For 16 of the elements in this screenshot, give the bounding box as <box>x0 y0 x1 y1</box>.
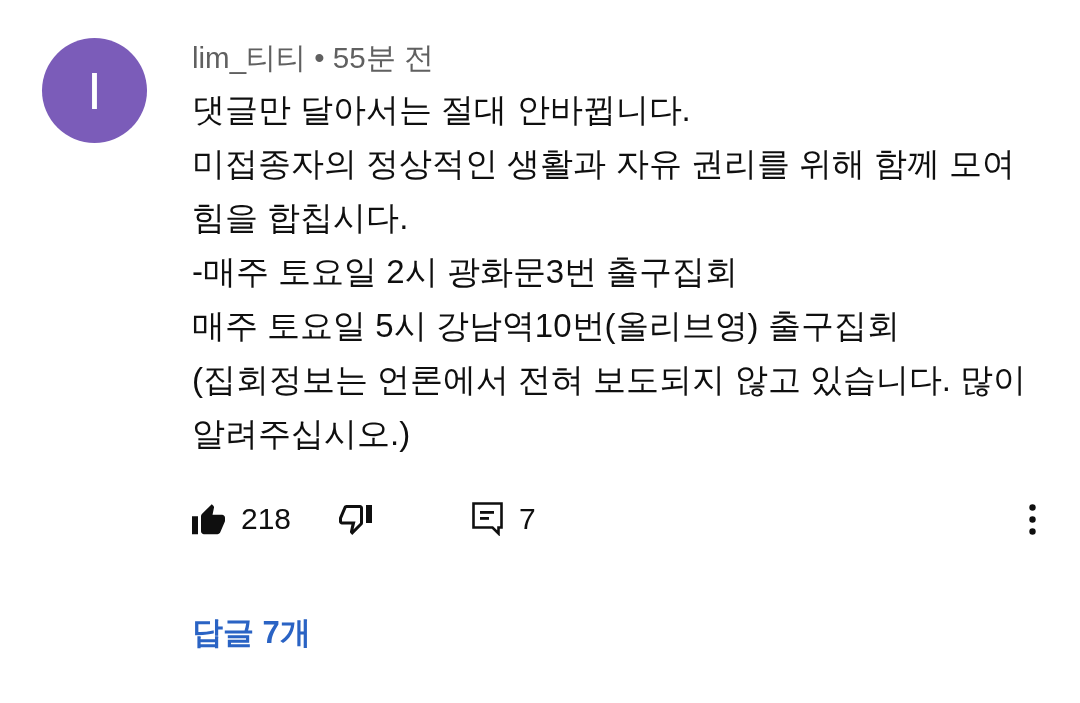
comment-icon[interactable] <box>472 502 504 536</box>
more-options-icon[interactable] <box>1029 503 1036 535</box>
comment-text-line: (집회정보는 언론에서 전혀 보도되지 않고 있습니다. 많이 <box>192 360 1027 400</box>
like-count: 218 <box>241 502 292 536</box>
thumbs-down-icon[interactable] <box>339 503 373 535</box>
replies-link[interactable]: 답글 7개 <box>192 611 311 655</box>
comment-text-line: 미접종자의 정상적인 생활과 자유 권리를 위해 함께 모여 <box>192 144 1016 184</box>
reply-count: 7 <box>519 502 536 536</box>
comment-text-line: 힘을 합칩시다. <box>192 198 409 238</box>
comment-text-line: -매주 토요일 2시 광화문3번 출구집회 <box>192 252 739 292</box>
comment-meta: lim_티티 • 55분 전 <box>192 40 434 76</box>
avatar[interactable]: I <box>42 38 147 143</box>
comment-text-line: 댓글만 달아서는 절대 안바뀝니다. <box>192 90 691 130</box>
comment-text-line: 매주 토요일 5시 강남역10번(올리브영) 출구집회 <box>192 306 900 346</box>
comment-text-line: 알려주십시오.) <box>192 414 411 454</box>
thumbs-up-icon[interactable] <box>192 503 225 535</box>
